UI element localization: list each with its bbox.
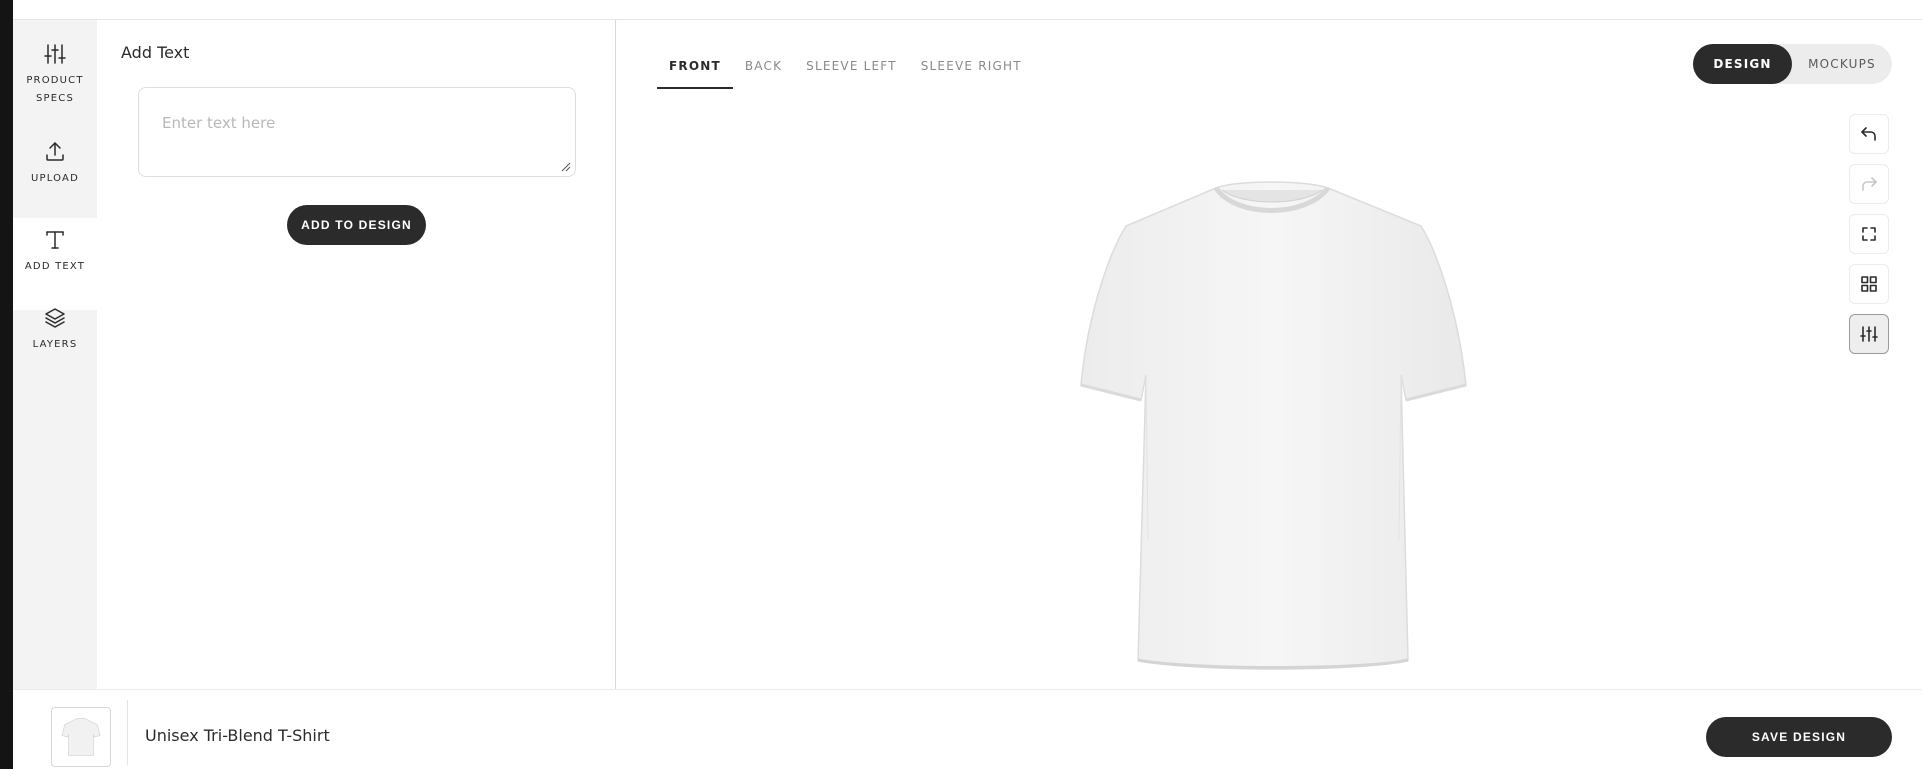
text-input[interactable]: Enter text here — [138, 87, 576, 177]
fullscreen-icon — [1862, 227, 1876, 241]
resize-handle-icon[interactable] — [561, 162, 571, 172]
text-input-placeholder: Enter text here — [162, 114, 276, 132]
fullscreen-button[interactable] — [1849, 214, 1889, 254]
sidebar-item-label: UPLOAD — [30, 173, 79, 184]
window-edge — [0, 0, 13, 769]
sidebar-item-label: LAYERS — [32, 339, 78, 350]
layers-icon — [45, 308, 65, 328]
design-canvas: FRONT BACK SLEEVE LEFT SLEEVE RIGHT DESI… — [617, 20, 1922, 689]
text-icon — [46, 231, 64, 249]
mockups-toggle-button[interactable]: MOCKUPS — [1792, 44, 1892, 84]
redo-icon — [1862, 177, 1877, 191]
view-toggle: DESIGN MOCKUPS — [1693, 44, 1892, 84]
grid-icon — [1861, 276, 1877, 292]
bottom-bar: Unisex Tri-Blend T-Shirt SAVE DESIGN — [13, 689, 1922, 769]
tab-back[interactable]: BACK — [733, 54, 794, 88]
product-thumbnail[interactable] — [51, 707, 111, 767]
sidebar-item-add-text[interactable]: ADD TEXT — [13, 218, 97, 310]
sliders-icon — [1860, 326, 1878, 342]
top-bar — [13, 0, 1922, 20]
label-line: SPECS — [35, 93, 75, 104]
tab-front[interactable]: FRONT — [657, 54, 733, 89]
sidebar-item-product-specs[interactable]: PRODUCT SPECS — [13, 42, 97, 124]
sidebar-item-label: ADD TEXT — [24, 261, 86, 272]
t-shirt-thumbnail-icon — [61, 717, 101, 756]
adjust-button[interactable] — [1849, 314, 1889, 354]
divider — [127, 700, 128, 765]
upload-icon — [46, 142, 64, 161]
tab-sleeve-right[interactable]: SLEEVE RIGHT — [909, 54, 1034, 88]
redo-button[interactable] — [1849, 164, 1889, 204]
undo-button[interactable] — [1849, 114, 1889, 154]
sidebar-item-layers[interactable]: LAYERS — [13, 306, 97, 376]
sidebar-item-upload[interactable]: UPLOAD — [13, 140, 97, 210]
add-text-panel: Add Text Enter text here ADD TO DESIGN — [97, 20, 616, 689]
panel-title: Add Text — [121, 43, 190, 62]
save-design-button[interactable]: SAVE DESIGN — [1706, 717, 1892, 757]
label-line: PRODUCT — [26, 75, 84, 86]
placement-tabs: FRONT BACK SLEEVE LEFT SLEEVE RIGHT — [657, 54, 1034, 89]
add-to-design-button[interactable]: ADD TO DESIGN — [287, 205, 426, 245]
sidebar-item-label: PRODUCT SPECS — [26, 72, 83, 108]
grid-button[interactable] — [1849, 264, 1889, 304]
t-shirt-mockup-image[interactable] — [1066, 160, 1479, 679]
sliders-icon — [44, 44, 66, 64]
canvas-tools — [1849, 114, 1889, 364]
product-name: Unisex Tri-Blend T-Shirt — [145, 726, 330, 745]
design-toggle-button[interactable]: DESIGN — [1693, 44, 1792, 84]
sidebar: PRODUCT SPECS UPLOAD ADD TEXT LAYERS — [13, 20, 97, 689]
tab-sleeve-left[interactable]: SLEEVE LEFT — [794, 54, 909, 88]
undo-icon — [1861, 127, 1876, 141]
